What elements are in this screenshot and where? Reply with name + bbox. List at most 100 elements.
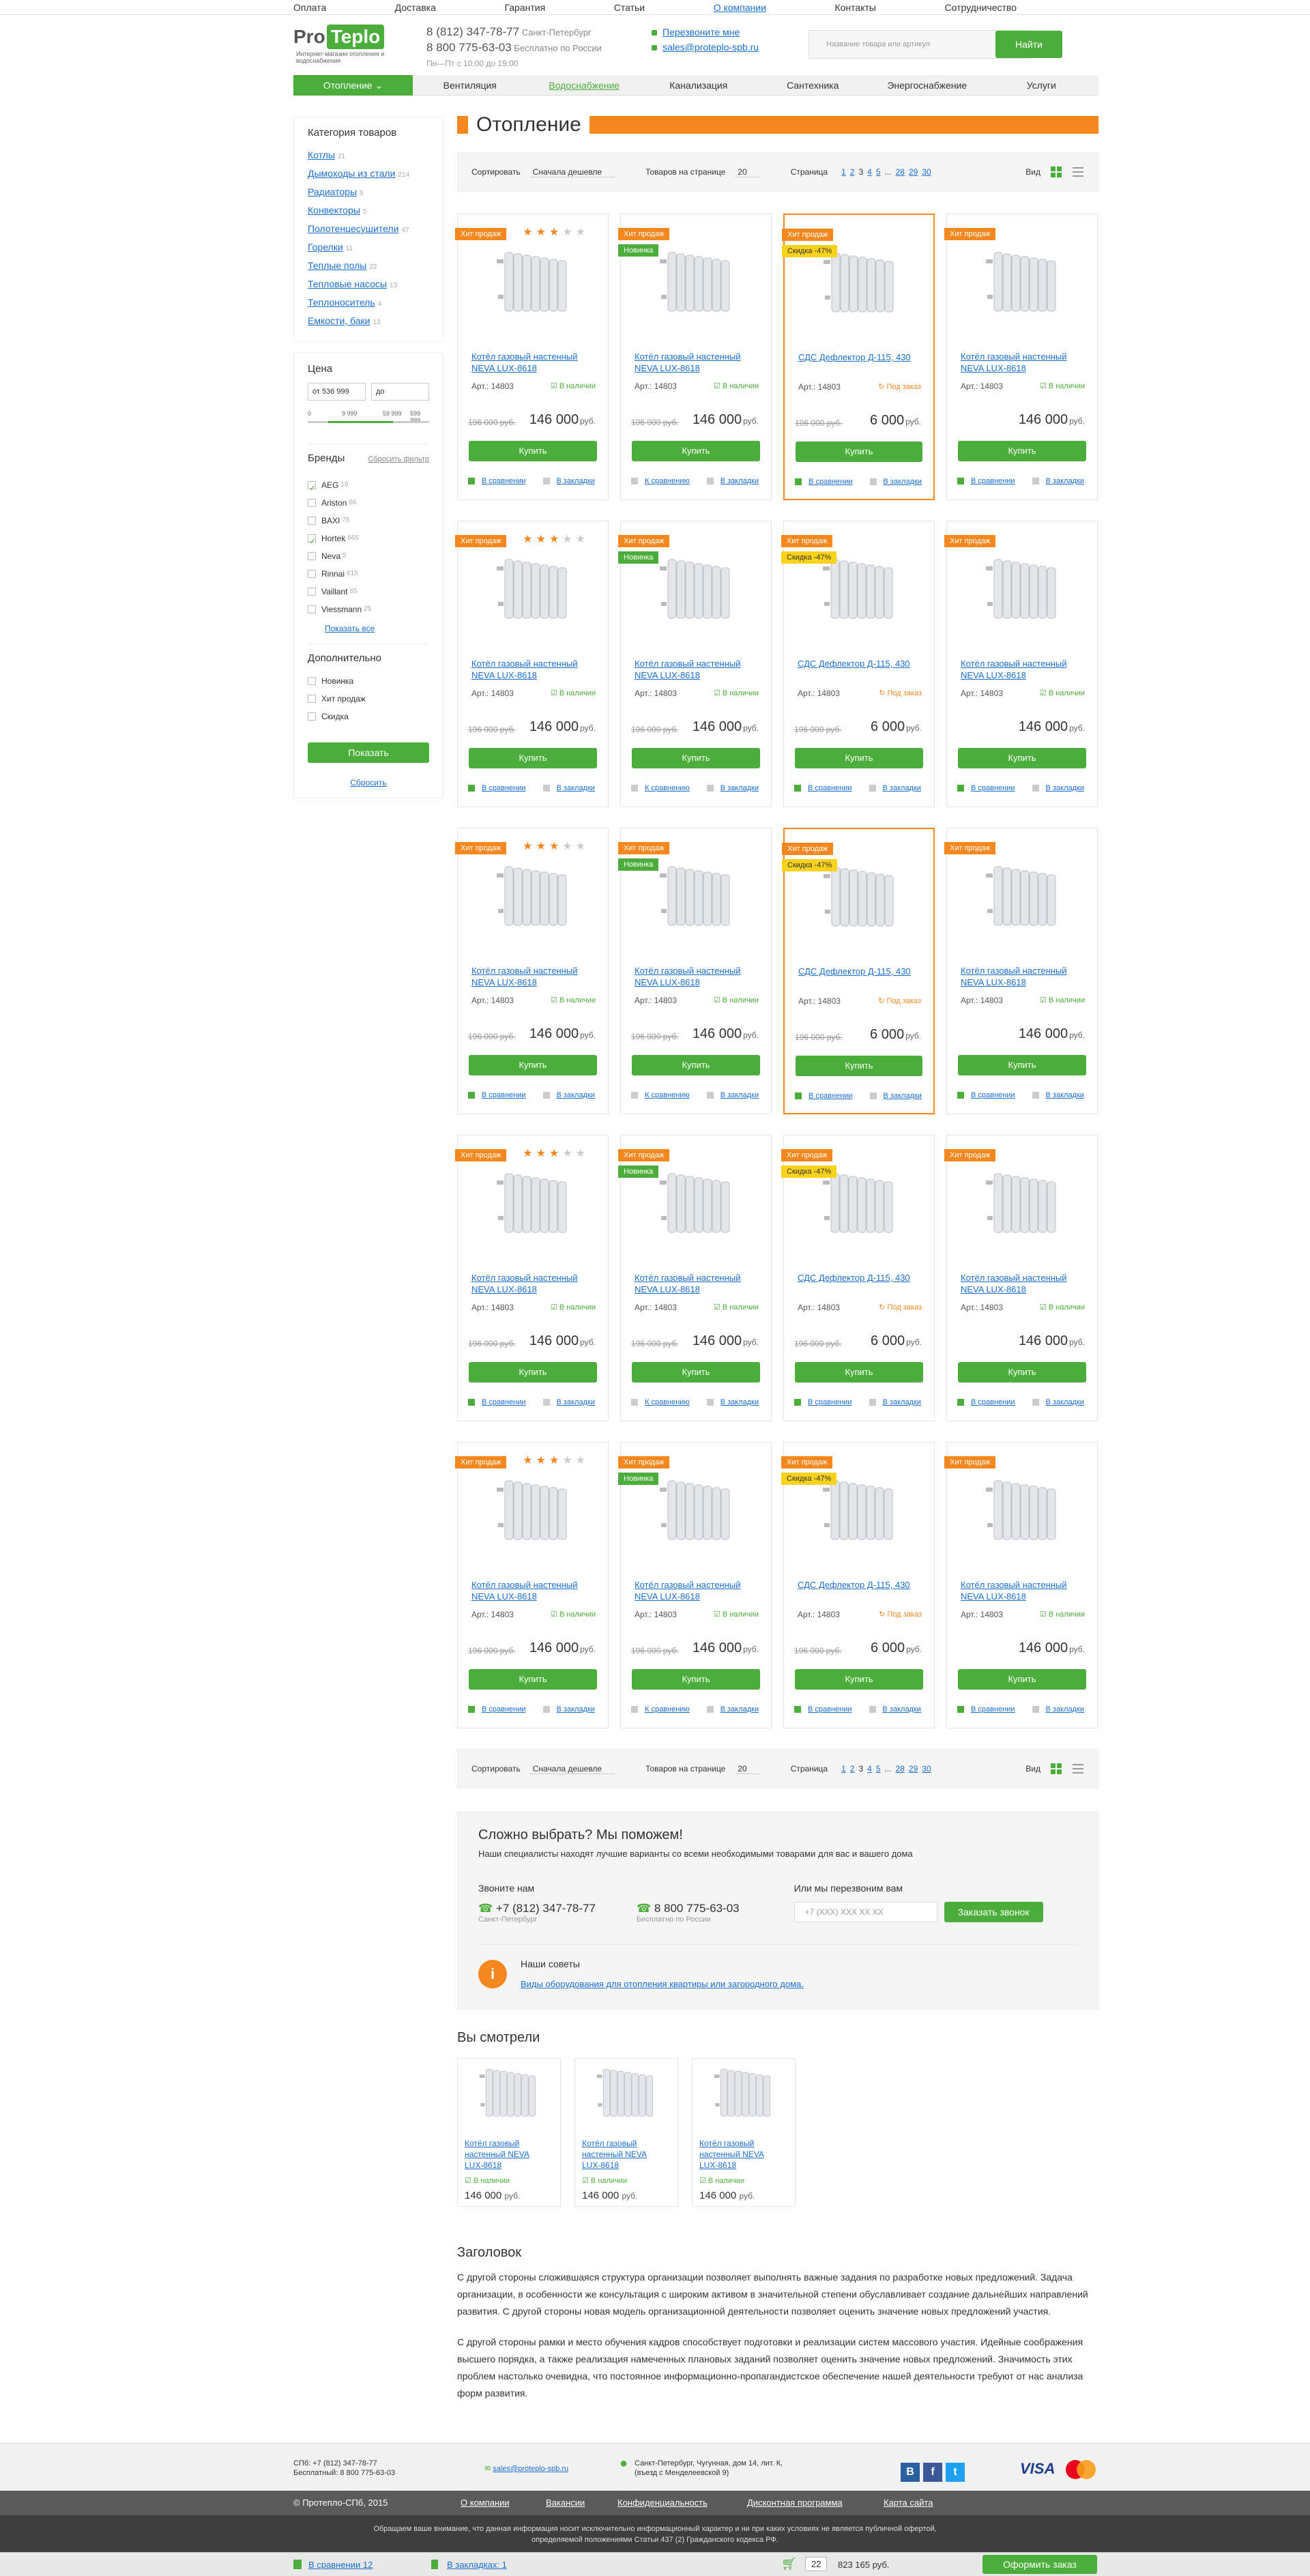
page-link[interactable]: 5: [876, 167, 881, 177]
product-card[interactable]: Хит продаж Котёл газовый настенный NEVA L…: [944, 521, 1098, 807]
bookmarks-link[interactable]: В закладках: 1: [447, 2560, 507, 2570]
compare-link[interactable]: К сравнению: [631, 1705, 690, 1713]
page-link[interactable]: 28: [896, 167, 905, 177]
product-image[interactable]: [495, 1168, 572, 1243]
product-name[interactable]: Котёл газовый настенный NEVA LUX-8618: [635, 658, 751, 681]
product-name[interactable]: Котёл газовый настенный NEVA LUX-8618: [635, 1579, 751, 1602]
footer-email[interactable]: ✉ sales@proteplo-spb.ru: [484, 2464, 568, 2474]
product-image[interactable]: [821, 554, 898, 629]
bookmark-link[interactable]: В закладки: [1032, 1705, 1084, 1713]
product-card[interactable]: Хит продаж Скидка -47% СДС Дефлектор Д-115…: [782, 828, 935, 1114]
product-name[interactable]: Котёл газовый настенный NEVA LUX-8618: [961, 351, 1077, 374]
product-image[interactable]: [821, 1475, 898, 1550]
viewed-card[interactable]: Котёл газовый настенный NEVA LUX-8618 ☑ В…: [692, 2058, 796, 2207]
category-link[interactable]: Тепловые насосы: [308, 278, 387, 289]
price-slider[interactable]: 0 9 999 59 999 599 999: [308, 410, 429, 433]
extra-option[interactable]: Скидка: [308, 708, 429, 725]
category-link[interactable]: Горелки: [308, 242, 343, 252]
category-item[interactable]: Котлы 21: [308, 147, 429, 165]
product-card[interactable]: Хит продаж Новинка Котёл газовый настенный…: [618, 828, 772, 1114]
checkout-button[interactable]: Оформить заказ: [982, 2555, 1097, 2574]
product-image[interactable]: [658, 861, 735, 936]
product-image[interactable]: [985, 554, 1061, 629]
compare-link[interactable]: В сравнении: [468, 1398, 526, 1406]
bookmark-link[interactable]: В закладки: [543, 784, 595, 792]
show-button[interactable]: Показать: [308, 742, 429, 763]
product-card[interactable]: Хит продаж Скидка -47% СДС Дефлектор Д-115…: [781, 1442, 935, 1728]
buy-button[interactable]: Купить: [469, 1669, 597, 1690]
bookmark-link[interactable]: В закладки: [543, 1705, 595, 1713]
brand-checkbox[interactable]: [308, 517, 316, 525]
viewed-card[interactable]: Котёл газовый настенный NEVA LUX-8618 ☑ В…: [574, 2058, 678, 2207]
topnav-articles[interactable]: Статьи: [614, 2, 645, 13]
grid-view-icon[interactable]: [1050, 1763, 1062, 1775]
sort-select[interactable]: Сначала дешевле: [529, 1764, 616, 1774]
page-link[interactable]: 28: [896, 1764, 905, 1774]
buy-button[interactable]: Купить: [795, 1362, 923, 1383]
product-image[interactable]: [495, 554, 572, 629]
topnav-contacts[interactable]: Контакты: [834, 2, 875, 13]
compare-link[interactable]: К сравнению: [631, 1398, 690, 1406]
brand-checkbox[interactable]: [308, 552, 316, 560]
product-name[interactable]: Котёл газовый настенный NEVA LUX-8618: [961, 965, 1077, 988]
reset-filter-link[interactable]: Сбросить фильтр: [368, 455, 429, 463]
product-card[interactable]: Хит продаж Скидка -47% СДС Дефлектор Д-115…: [782, 214, 935, 500]
buy-button[interactable]: Купить: [958, 1669, 1086, 1690]
callback-phone-input[interactable]: +7 (XXX) XXX XX XX: [794, 1902, 937, 1922]
product-name[interactable]: СДС Дефлектор Д-115, 430: [798, 1272, 914, 1284]
category-link[interactable]: Полотенцесушители: [308, 223, 398, 234]
category-item[interactable]: Тепловые насосы 13: [308, 276, 429, 294]
brand-option[interactable]: BAXI 75: [308, 512, 429, 530]
bookmark-link[interactable]: В закладки: [543, 477, 595, 485]
topnav-delivery[interactable]: Доставка: [395, 2, 436, 13]
product-name[interactable]: Котёл газовый настенный NEVA LUX-8618: [471, 965, 587, 988]
category-link[interactable]: Емкости, баки: [308, 315, 370, 326]
brand-option[interactable]: Vaillant 65: [308, 583, 429, 600]
brand-checkbox[interactable]: [308, 605, 316, 613]
compare-link[interactable]: К сравнению: [631, 784, 690, 792]
brand-checkbox[interactable]: [308, 570, 316, 578]
bookmark-link[interactable]: В закладки: [870, 1092, 922, 1100]
product-name[interactable]: СДС Дефлектор Д-115, 430: [798, 966, 914, 977]
bookmark-link[interactable]: В закладки: [869, 1705, 921, 1713]
buy-button[interactable]: Купить: [469, 748, 597, 768]
nav-water-supply[interactable]: Водоснабжение: [527, 80, 642, 91]
product-card[interactable]: Хит продаж Новинка Котёл газовый настенный…: [618, 1135, 772, 1421]
list-view-icon[interactable]: [1072, 1763, 1084, 1775]
product-card[interactable]: Хит продаж ★★★★★ Котёл газовый настенный N…: [455, 214, 609, 500]
buy-button[interactable]: Купить: [795, 748, 923, 768]
product-image[interactable]: [985, 861, 1061, 936]
viewed-image[interactable]: [596, 2064, 657, 2126]
page-link[interactable]: 2: [850, 1764, 855, 1774]
compare-link[interactable]: В сравнении: [794, 784, 852, 792]
bookmark-link[interactable]: В закладки: [1032, 477, 1084, 485]
callback-link[interactable]: Перезвоните мне: [663, 27, 740, 38]
buy-button[interactable]: Купить: [632, 441, 760, 461]
product-image[interactable]: [985, 247, 1061, 322]
category-item[interactable]: Дымоходы из стали 214: [308, 165, 429, 184]
show-all-brands[interactable]: Показать все: [325, 624, 375, 633]
bookmark-link[interactable]: В закладки: [543, 1091, 595, 1099]
nav-sewerage[interactable]: Канализация: [641, 80, 756, 91]
product-image[interactable]: [495, 861, 572, 936]
compare-link[interactable]: К сравнению: [631, 1091, 690, 1099]
product-card[interactable]: Хит продаж Новинка Котёл газовый настенный…: [618, 521, 772, 807]
product-name[interactable]: Котёл газовый настенный NEVA LUX-8618: [961, 1579, 1077, 1602]
buy-button[interactable]: Купить: [796, 1056, 922, 1076]
product-card[interactable]: Хит продаж Котёл газовый настенный NEVA L…: [944, 1442, 1098, 1728]
page-link[interactable]: 30: [922, 1764, 931, 1774]
logo[interactable]: Pro Teplo Интернет-магазин отопления и в…: [293, 25, 384, 64]
buy-button[interactable]: Купить: [958, 1362, 1086, 1383]
buy-button[interactable]: Купить: [795, 1669, 923, 1690]
topnav-warranty[interactable]: Гарантия: [504, 2, 545, 13]
compare-link[interactable]: В сравнении: [468, 1091, 526, 1099]
search-button[interactable]: Найти: [995, 31, 1062, 58]
product-name[interactable]: СДС Дефлектор Д-115, 430: [798, 658, 914, 669]
reset-link[interactable]: Сбросить: [350, 778, 386, 787]
nav-ventilation[interactable]: Вентиляция: [413, 80, 527, 91]
product-card[interactable]: Хит продаж Новинка Котёл газовый настенный…: [618, 1442, 772, 1728]
product-card[interactable]: Хит продаж ★★★★★ Котёл газовый настенный N…: [455, 828, 609, 1114]
category-link[interactable]: Дымоходы из стали: [308, 168, 395, 179]
extra-checkbox[interactable]: [308, 695, 316, 703]
category-item[interactable]: Полотенцесушители 47: [308, 220, 429, 239]
